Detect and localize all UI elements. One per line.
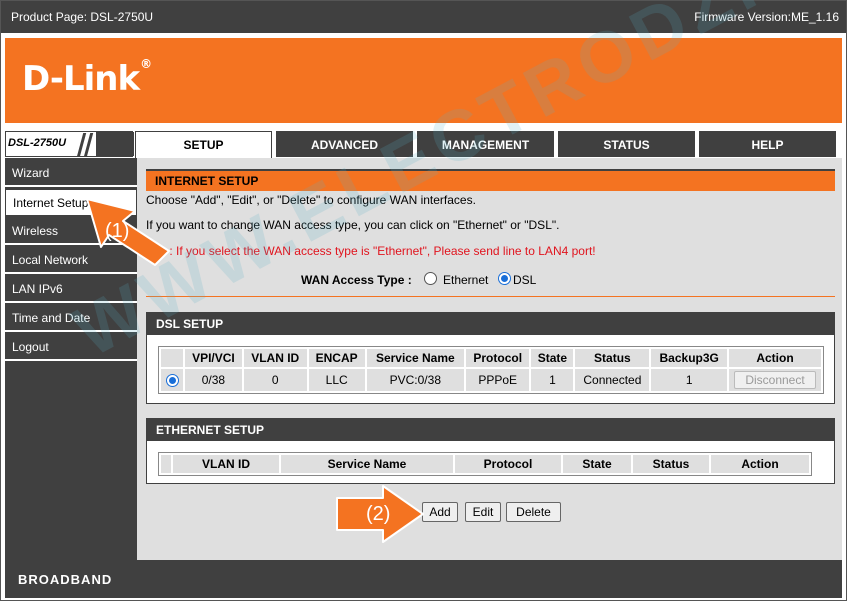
cell-vpi-vci: 0/38 <box>185 369 242 391</box>
col-protocol: Protocol <box>465 349 530 367</box>
model-name: DSL-2750U <box>8 137 67 149</box>
model-slashes-decoration <box>76 132 134 157</box>
col-protocol: Protocol <box>455 455 561 473</box>
cell-state: 1 <box>531 369 574 391</box>
cell-status: Connected <box>575 369 650 391</box>
sidebar-item-wizard[interactable]: Wizard <box>5 160 137 187</box>
dlink-logo: D-Link® <box>22 57 152 99</box>
col-vlan-id: VLAN ID <box>243 349 307 367</box>
cell-service-name: PVC:0/38 <box>366 369 464 391</box>
tab-help[interactable]: HELP <box>699 131 836 157</box>
table-header-row: VPI/VCI VLAN ID ENCAP Service Name Proto… <box>161 349 821 367</box>
dsl-setup-title: DSL SETUP <box>147 313 834 335</box>
tab-status[interactable]: STATUS <box>558 131 695 157</box>
ethernet-setup-table: VLAN ID Service Name Protocol State Stat… <box>158 452 812 476</box>
row-select-cell <box>161 369 183 391</box>
wan-access-type-label: WAN Access Type : <box>301 273 412 287</box>
tab-management[interactable]: MANAGEMENT <box>417 131 554 157</box>
col-vpi-vci: VPI/VCI <box>185 349 242 367</box>
sidebar-item-logout[interactable]: Logout <box>5 334 137 361</box>
col-action: Action <box>729 349 821 367</box>
disconnect-button[interactable]: Disconnect <box>734 371 816 389</box>
top-bar: Product Page: DSL-2750U Firmware Version… <box>1 1 846 33</box>
table-row: 0/38 0 LLC PVC:0/38 PPPoE 1 Connected 1 … <box>161 369 821 391</box>
tab-advanced[interactable]: ADVANCED <box>276 131 413 157</box>
warning-note: te : If you select the WAN access type i… <box>156 244 596 258</box>
dsl-radio[interactable] <box>498 272 511 285</box>
col-select <box>161 455 171 473</box>
col-service-name: Service Name <box>366 349 464 367</box>
sidebar-item-lan-ipv6[interactable]: LAN IPv6 <box>5 276 137 303</box>
annotation-label-1: (1) <box>105 220 130 242</box>
col-status: Status <box>575 349 650 367</box>
dsl-radio-label: DSL <box>513 273 537 287</box>
cell-vlan-id: 0 <box>243 369 307 391</box>
col-status: Status <box>633 455 709 473</box>
router-page: Product Page: DSL-2750U Firmware Version… <box>0 0 847 601</box>
add-button[interactable]: Add <box>422 502 458 522</box>
cell-protocol: PPPoE <box>465 369 530 391</box>
instruction-line-2: If you want to change WAN access type, y… <box>146 218 560 232</box>
cell-encap: LLC <box>308 369 365 391</box>
cell-action: Disconnect <box>729 369 821 391</box>
annotation-label-2: (2) <box>366 503 391 525</box>
product-page-label: Product Page: DSL-2750U <box>11 10 154 24</box>
row-select-radio[interactable] <box>165 374 179 387</box>
col-state: State <box>531 349 574 367</box>
cell-backup3g: 1 <box>651 369 727 391</box>
tab-setup[interactable]: SETUP <box>135 131 272 158</box>
dsl-setup-panel: DSL SETUP VPI/VCI VLAN ID ENCAP Service … <box>146 312 835 404</box>
edit-button[interactable]: Edit <box>465 502 501 522</box>
footer-bar: BROADBAND <box>5 560 842 598</box>
ethernet-radio[interactable] <box>424 272 437 285</box>
broadband-label: BROADBAND <box>18 572 113 587</box>
col-state: State <box>563 455 631 473</box>
internet-setup-body: Choose "Add", "Edit", or "Delete" to con… <box>146 191 835 297</box>
firmware-version-label: Firmware Version:ME_1.16 <box>694 10 839 24</box>
col-service-name: Service Name <box>281 455 453 473</box>
col-select <box>161 349 183 367</box>
col-encap: ENCAP <box>308 349 365 367</box>
sidebar-item-time-and-date[interactable]: Time and Date <box>5 305 137 332</box>
model-badge: DSL-2750U <box>5 131 134 157</box>
instruction-line-1: Choose "Add", "Edit", or "Delete" to con… <box>146 193 476 207</box>
ethernet-setup-panel: ETHERNET SETUP VLAN ID Service Name Prot… <box>146 418 835 484</box>
ethernet-setup-title: ETHERNET SETUP <box>147 419 834 441</box>
delete-button[interactable]: Delete <box>506 502 561 522</box>
brand-banner: D-Link® <box>5 38 842 123</box>
ethernet-radio-label: Ethernet <box>443 273 489 287</box>
col-action: Action <box>711 455 809 473</box>
dsl-setup-table: VPI/VCI VLAN ID ENCAP Service Name Proto… <box>158 346 824 394</box>
internet-setup-title: INTERNET SETUP <box>146 169 835 191</box>
table-header-row: VLAN ID Service Name Protocol State Stat… <box>161 455 809 473</box>
col-backup3g: Backup3G <box>651 349 727 367</box>
col-vlan-id: VLAN ID <box>173 455 279 473</box>
